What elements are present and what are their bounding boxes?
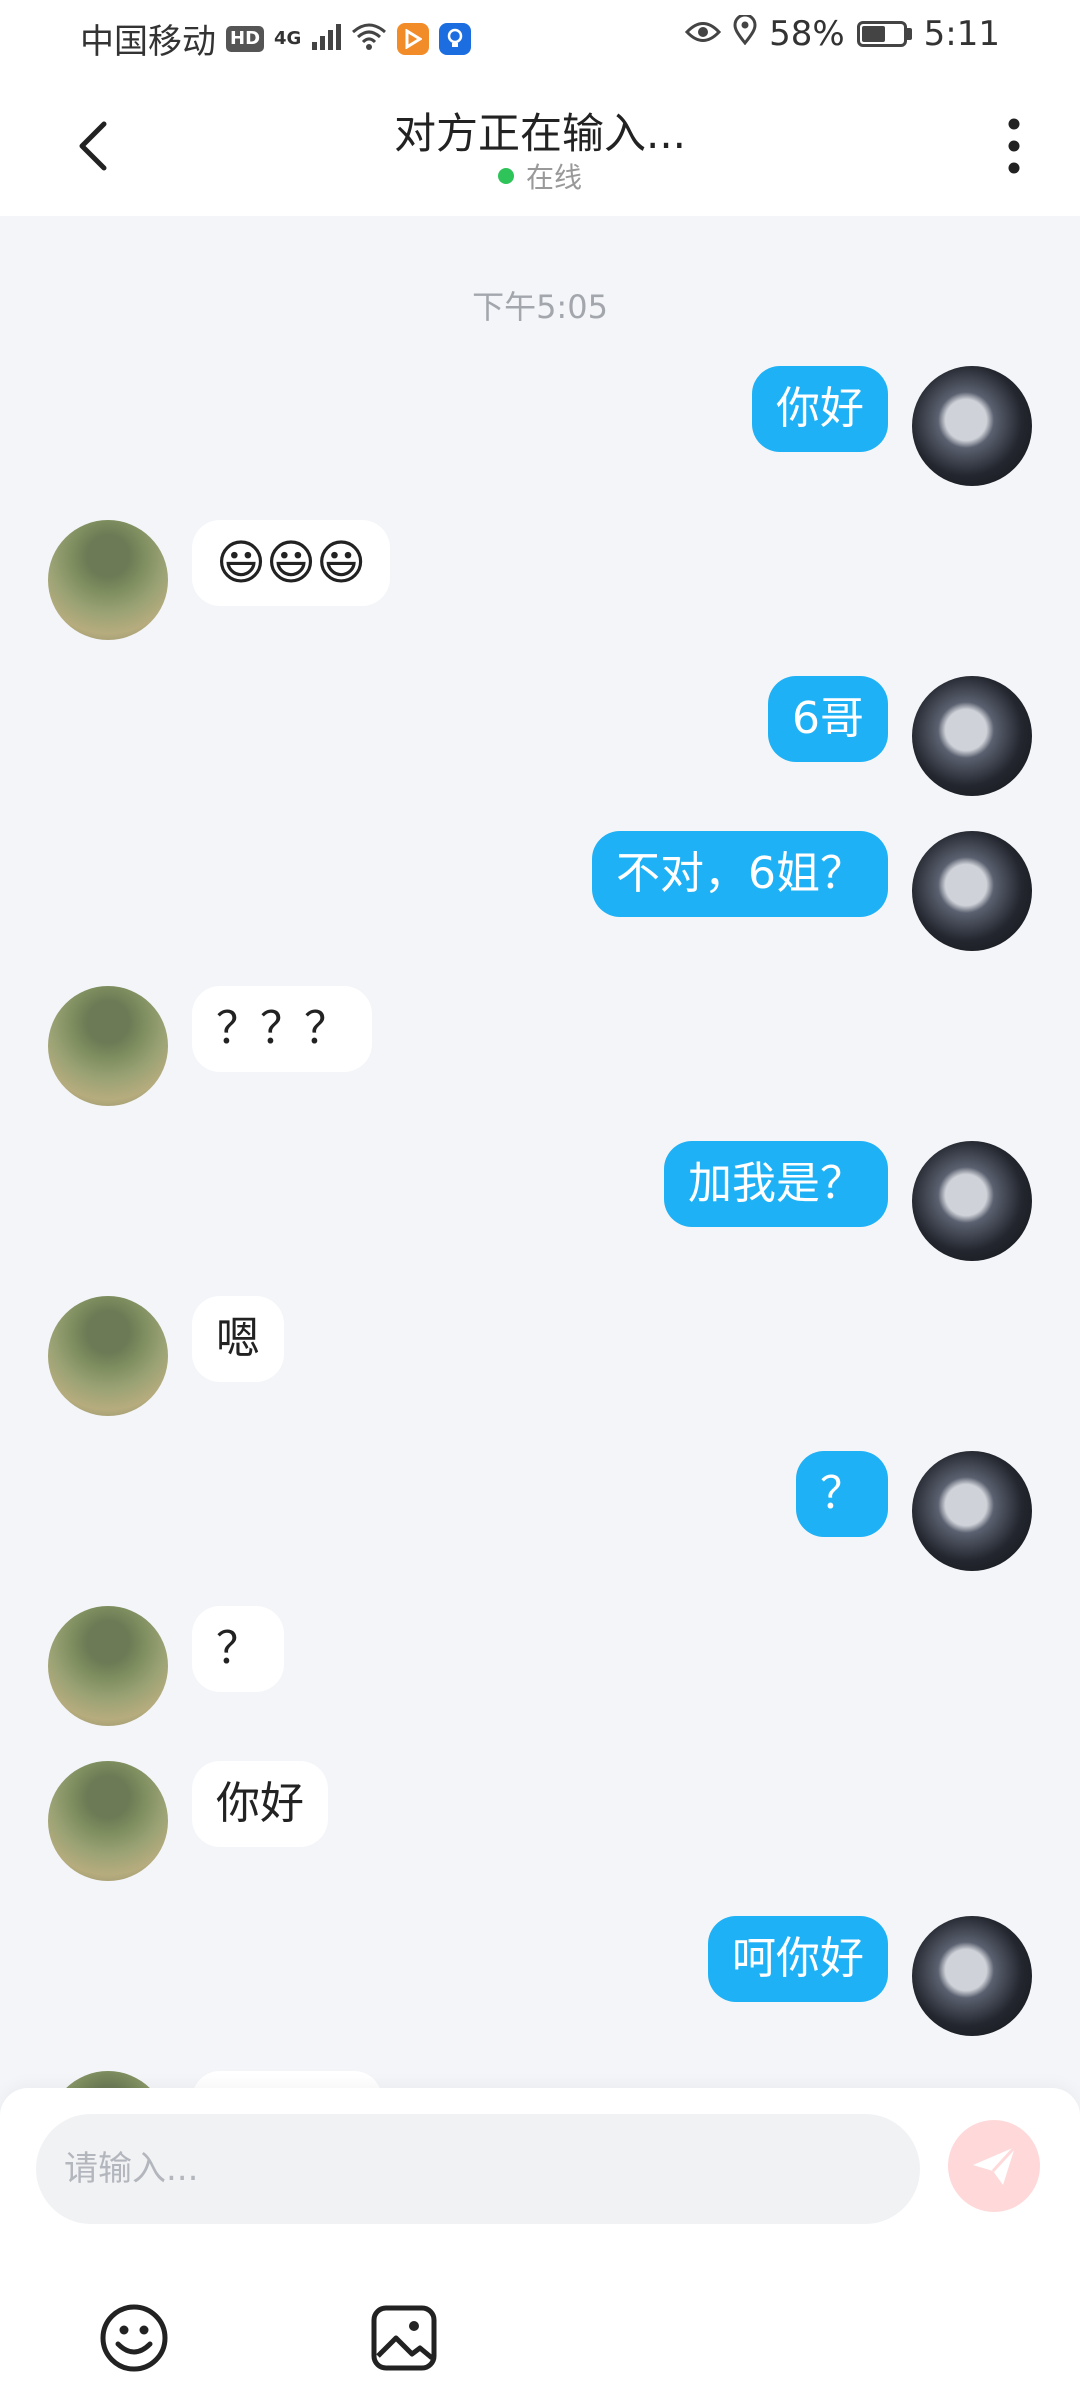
- message-bubble[interactable]: [192, 2071, 382, 2088]
- message-bubble[interactable]: 你好: [752, 366, 888, 452]
- avatar[interactable]: [48, 1606, 168, 1726]
- online-status-label: 在线: [525, 161, 582, 194]
- emoji-button[interactable]: [98, 2302, 170, 2374]
- signal-icon: [311, 19, 342, 59]
- message-bubble[interactable]: 呵你好: [708, 1916, 888, 2002]
- battery-icon: [856, 21, 912, 47]
- avatar[interactable]: [48, 2071, 168, 2088]
- paper-plane-icon: [973, 2145, 1017, 2185]
- status-left: 中国移动 HD 4G: [80, 14, 472, 63]
- message-bubble[interactable]: 6哥: [768, 676, 888, 762]
- emoji-message: 😃😃😃: [216, 535, 367, 591]
- message-item: 😃😃😃: [0, 520, 1080, 650]
- battery-percent: 58%: [769, 14, 845, 54]
- avatar[interactable]: [912, 366, 1032, 486]
- chat-title: 对方正在输入...: [393, 109, 687, 158]
- send-button[interactable]: [948, 2120, 1040, 2212]
- clock: 5:11: [923, 14, 1000, 54]
- composer: [0, 2088, 1080, 2400]
- message-bubble[interactable]: ？: [796, 1451, 888, 1537]
- time-separator: 下午5:05: [472, 288, 608, 326]
- video-app-icon: [397, 22, 430, 55]
- message-item: 6哥: [0, 676, 1080, 806]
- message-bubble[interactable]: 加我是？: [664, 1141, 888, 1227]
- message-item: 你好: [0, 366, 1080, 496]
- network-type: 4G: [274, 28, 302, 49]
- avatar[interactable]: [48, 520, 168, 640]
- message-bubble[interactable]: ？: [192, 1606, 284, 1692]
- message-item: ？: [0, 1606, 1080, 1736]
- message-item-partial: [0, 2071, 1080, 2088]
- status-bar: 中国移动 HD 4G 58% 5:11: [0, 0, 1080, 72]
- more-options-button[interactable]: [988, 110, 1040, 182]
- emoji-icon: [100, 2304, 168, 2372]
- online-dot: [497, 168, 514, 184]
- message-input[interactable]: [36, 2114, 920, 2224]
- status-right: 58% 5:11: [685, 13, 1000, 54]
- avatar[interactable]: [48, 1296, 168, 1416]
- message-bubble[interactable]: 不对，6姐？: [592, 831, 888, 917]
- message-item: ？: [0, 1451, 1080, 1581]
- avatar[interactable]: [912, 1916, 1032, 2036]
- message-item: 加我是？: [0, 1141, 1080, 1271]
- avatar[interactable]: [48, 1761, 168, 1881]
- message-item: ？？？: [0, 986, 1080, 1116]
- wifi-icon: [351, 19, 387, 59]
- image-icon: [371, 2305, 437, 2371]
- eye-icon: [685, 14, 722, 54]
- avatar[interactable]: [912, 1451, 1032, 1571]
- carrier-label: 中国移动: [80, 22, 216, 62]
- message-bubble[interactable]: ？？？: [192, 986, 372, 1072]
- message-item: 你好: [0, 1761, 1080, 1891]
- chat-header: 对方正在输入... 在线: [0, 72, 1080, 216]
- message-bubble[interactable]: 😃😃😃: [192, 520, 391, 606]
- message-item: 呵你好: [0, 1916, 1080, 2046]
- message-list[interactable]: 下午5:05 你好 😃😃😃 6哥 不对，6姐？ ？？？ 加我是？ 嗯 ？ ？ 你…: [0, 216, 1080, 2088]
- avatar[interactable]: [912, 676, 1032, 796]
- more-vertical-icon: [1008, 118, 1020, 174]
- hd-badge: HD: [226, 25, 265, 52]
- message-item: 不对，6姐？: [0, 831, 1080, 961]
- image-button[interactable]: [368, 2302, 440, 2374]
- avatar[interactable]: [912, 831, 1032, 951]
- message-bubble[interactable]: 嗯: [192, 1296, 284, 1382]
- avatar[interactable]: [912, 1141, 1032, 1261]
- avatar[interactable]: [48, 986, 168, 1106]
- bulb-app-icon: [439, 22, 472, 55]
- online-status: 在线: [0, 156, 1080, 196]
- location-icon: [733, 13, 757, 54]
- message-bubble[interactable]: 你好: [192, 1761, 328, 1847]
- message-item: 嗯: [0, 1296, 1080, 1426]
